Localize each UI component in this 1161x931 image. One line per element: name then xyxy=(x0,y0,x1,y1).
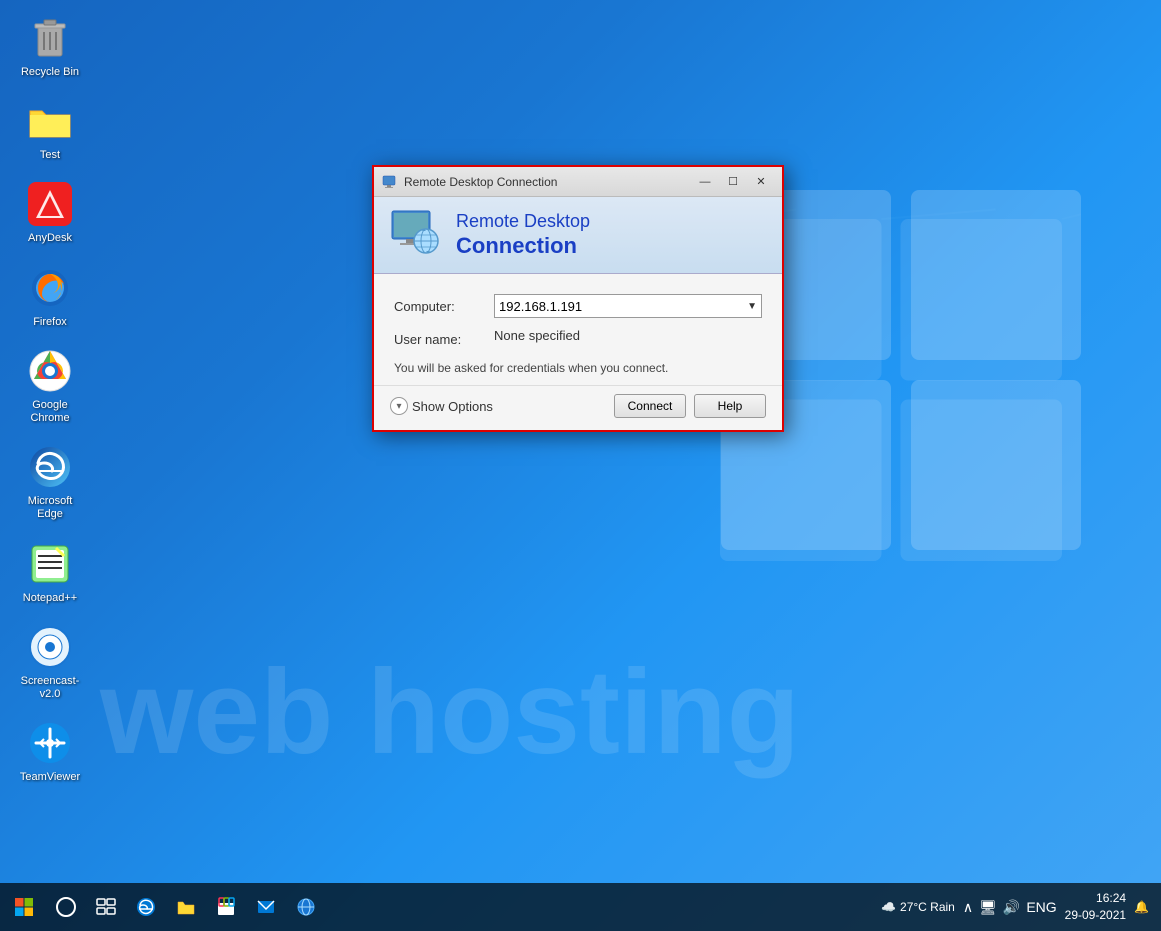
screencast-icon[interactable]: Screencast-v2.0 xyxy=(10,619,90,705)
dialog-header-line2: Connection xyxy=(456,233,590,259)
google-chrome-label: Google Chrome xyxy=(14,399,86,425)
notepadpp-icon[interactable]: Notepad++ xyxy=(10,536,90,609)
watermark-text: web hosting xyxy=(100,643,1161,781)
dialog-titlebar-title: Remote Desktop Connection xyxy=(404,175,692,189)
show-options-toggle[interactable]: ▾ Show Options xyxy=(390,397,493,415)
teamviewer-image xyxy=(26,719,74,767)
language-indicator[interactable]: ENG xyxy=(1026,899,1056,915)
dialog-body: Computer: 192.168.1.191 ▼ User name: Non… xyxy=(374,274,782,385)
system-tray: ∧ 🖥 🔊 ENG xyxy=(963,899,1057,916)
dialog-header-title: Remote Desktop Connection xyxy=(456,211,590,259)
computer-label: Computer: xyxy=(394,299,494,314)
weather-icon: ☁️ xyxy=(881,900,896,914)
test-folder-image xyxy=(26,97,74,145)
microsoft-edge-icon[interactable]: Microsoft Edge xyxy=(10,439,90,525)
firefox-image xyxy=(26,264,74,312)
taskbar: ☁️ 27°C Rain ∧ 🖥 🔊 ENG 16:24 29-09-2021 … xyxy=(0,883,1161,931)
dialog-footer: ▾ Show Options Connect Help xyxy=(374,385,782,430)
computer-select[interactable]: 192.168.1.191 ▼ xyxy=(494,294,762,318)
anydesk-icon[interactable]: AnyDesk xyxy=(10,176,90,249)
weather-text: 27°C Rain xyxy=(900,900,955,914)
taskbar-weather[interactable]: ☁️ 27°C Rain xyxy=(881,900,955,914)
username-field: User name: None specified xyxy=(394,328,762,351)
dialog-close-button[interactable]: ✕ xyxy=(748,172,774,192)
dialog-restore-button[interactable]: ☐ xyxy=(720,172,746,192)
dialog-minimize-button[interactable]: — xyxy=(692,172,718,192)
tray-expand-icon[interactable]: ∧ xyxy=(963,899,973,916)
remote-desktop-dialog: Remote Desktop Connection — ☐ ✕ xyxy=(372,165,784,432)
firefox-label: Firefox xyxy=(33,316,67,329)
search-button[interactable] xyxy=(48,889,84,925)
microsoft-edge-image xyxy=(26,443,74,491)
computer-field: Computer: 192.168.1.191 ▼ xyxy=(394,294,762,318)
credentials-info: You will be asked for credentials when y… xyxy=(394,361,762,375)
screencast-image xyxy=(26,623,74,671)
anydesk-image xyxy=(26,180,74,228)
dialog-header-line1: Remote Desktop xyxy=(456,211,590,233)
taskbar-time: 16:24 xyxy=(1065,890,1126,907)
dialog-header: Remote Desktop Connection xyxy=(374,197,782,274)
task-view-button[interactable] xyxy=(88,889,124,925)
computer-select-arrow: ▼ xyxy=(747,301,757,312)
teamviewer-label: TeamViewer xyxy=(20,771,80,784)
screencast-label: Screencast-v2.0 xyxy=(14,675,86,701)
taskbar-date: 29-09-2021 xyxy=(1065,907,1126,924)
volume-tray-icon[interactable]: 🔊 xyxy=(1003,899,1020,916)
taskbar-file-explorer-button[interactable] xyxy=(168,889,204,925)
taskbar-clock[interactable]: 16:24 29-09-2021 xyxy=(1065,890,1126,924)
teamviewer-icon[interactable]: TeamViewer xyxy=(10,715,90,788)
connect-button[interactable]: Connect xyxy=(614,394,686,418)
taskbar-edge-button[interactable] xyxy=(128,889,164,925)
desktop-icons-container: Recycle Bin Test AnyDesk xyxy=(10,10,90,788)
username-value: None specified xyxy=(494,328,580,343)
help-button[interactable]: Help xyxy=(694,394,766,418)
recycle-bin-image xyxy=(26,14,74,62)
google-chrome-image xyxy=(26,347,74,395)
taskbar-network-button[interactable] xyxy=(288,889,324,925)
notepadpp-label: Notepad++ xyxy=(23,592,77,605)
dialog-footer-buttons: Connect Help xyxy=(614,394,766,418)
dialog-titlebar-controls: — ☐ ✕ xyxy=(692,172,774,192)
test-folder-label: Test xyxy=(40,149,60,162)
dialog-header-icon xyxy=(390,209,442,261)
anydesk-label: AnyDesk xyxy=(28,232,72,245)
username-label: User name: xyxy=(394,332,494,347)
google-chrome-icon[interactable]: Google Chrome xyxy=(10,343,90,429)
test-folder-icon[interactable]: Test xyxy=(10,93,90,166)
show-options-icon: ▾ xyxy=(390,397,408,415)
taskbar-mail-button[interactable] xyxy=(248,889,284,925)
firefox-icon[interactable]: Firefox xyxy=(10,260,90,333)
computer-value: 192.168.1.191 xyxy=(499,299,582,314)
dialog-titlebar-icon xyxy=(382,174,398,190)
recycle-bin-label: Recycle Bin xyxy=(21,66,79,79)
recycle-bin-icon[interactable]: Recycle Bin xyxy=(10,10,90,83)
taskbar-store-button[interactable] xyxy=(208,889,244,925)
notification-button[interactable]: 🔔 xyxy=(1134,900,1149,914)
network-tray-icon[interactable]: 🖥 xyxy=(979,899,997,916)
start-button[interactable] xyxy=(4,887,44,927)
show-options-label: Show Options xyxy=(412,399,493,414)
dialog-titlebar: Remote Desktop Connection — ☐ ✕ xyxy=(374,167,782,197)
notepadpp-image xyxy=(26,540,74,588)
microsoft-edge-label: Microsoft Edge xyxy=(14,495,86,521)
taskbar-right: ☁️ 27°C Rain ∧ 🖥 🔊 ENG 16:24 29-09-2021 … xyxy=(881,890,1157,924)
